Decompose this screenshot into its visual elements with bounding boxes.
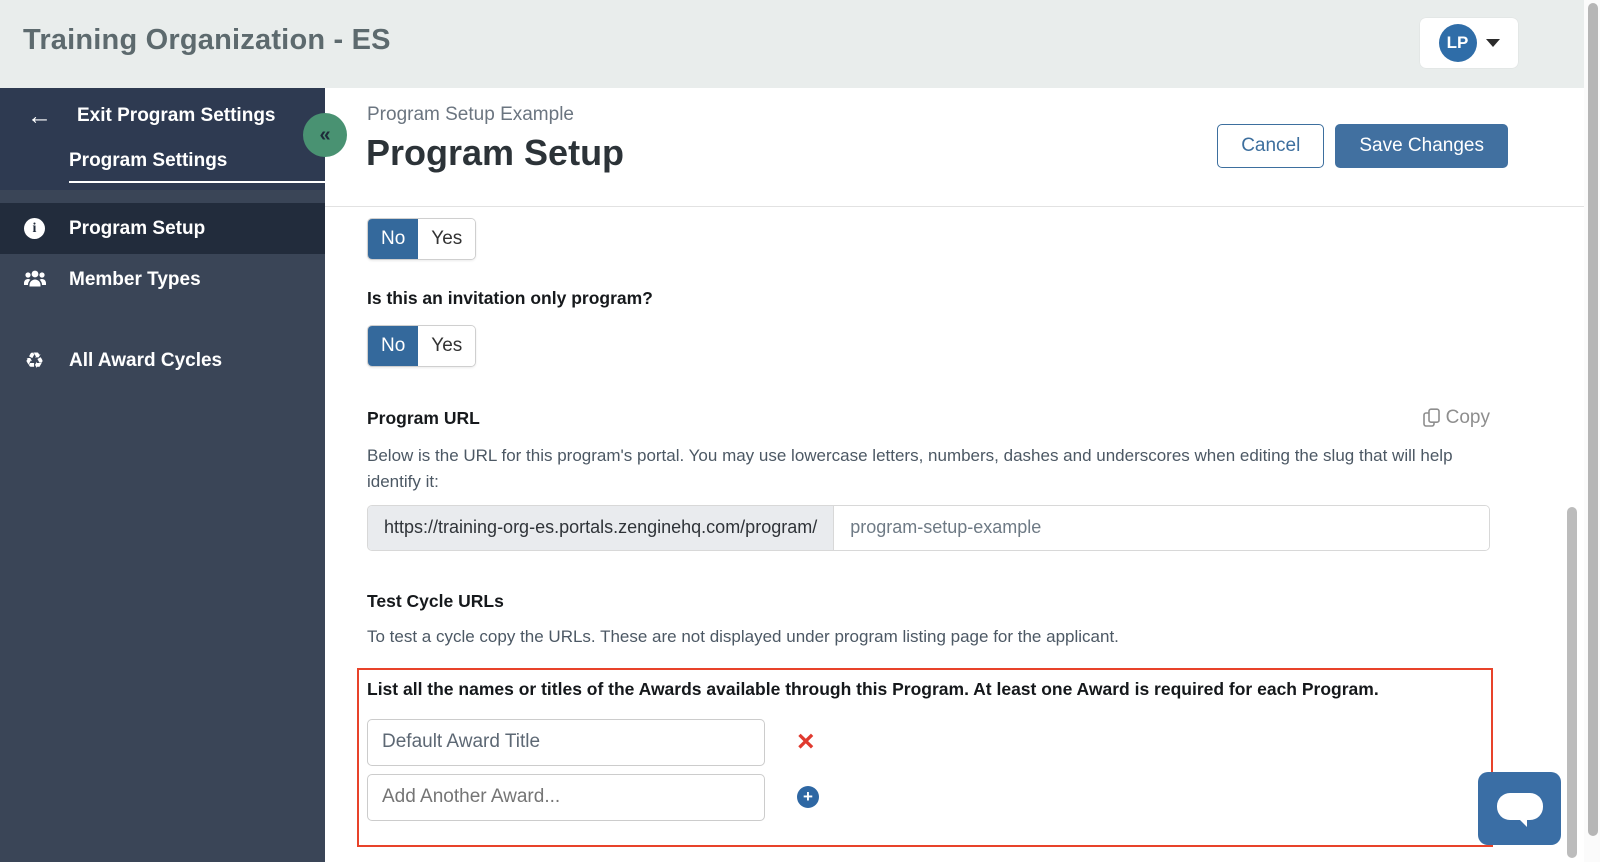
sidebar-item-program-setup[interactable]: i Program Setup [0,203,325,254]
sidebar-collapse-button[interactable]: « [303,113,347,157]
awards-instruction: List all the names or titles of the Awar… [367,678,1379,699]
chat-bubble-tail [1518,818,1527,827]
content-scrollbar[interactable] [1567,507,1577,858]
toggle-top: No Yes [367,218,477,260]
cycles-icon: ♻ [24,347,45,373]
test-cycle-urls-label: Test Cycle URLs [367,590,504,611]
program-url-row: Program URL Copy [367,407,1490,429]
chevron-down-icon [1485,39,1500,47]
remove-award-icon[interactable]: × [797,727,815,757]
app-header: Training Organization - ES LP [0,0,1600,88]
toggle-invitation: No Yes [367,325,477,367]
add-award-icon[interactable]: + [797,786,819,809]
exit-program-settings-button[interactable]: ← Exit Program Settings [0,88,325,130]
program-url-field: https://training-org-es.portals.zengineh… [367,504,1490,551]
add-award-row: + [367,773,1491,821]
user-menu-button[interactable]: LP [1420,18,1518,68]
toggle-top-yes[interactable]: Yes [418,219,476,259]
exit-program-settings-label: Exit Program Settings [77,105,276,126]
back-arrow-icon: ← [27,102,52,130]
copy-label: Copy [1445,407,1490,428]
info-icon: i [0,218,69,239]
sidebar-item-member-types[interactable]: Member Types [0,254,325,305]
breadcrumb: Program Setup Example [367,104,574,125]
toggle-top-no[interactable]: No [368,219,419,259]
test-cycle-urls-description: To test a cycle copy the URLs. These are… [367,626,1119,646]
page-header: Program Setup Example Program Setup Canc… [325,88,1584,207]
save-changes-button[interactable]: Save Changes [1335,124,1508,168]
copy-url-button[interactable]: Copy [1422,407,1490,429]
url-slug-input[interactable] [834,505,1489,550]
toggle-invitation-yes[interactable]: Yes [418,326,476,366]
program-url-description: Below is the URL for this program's port… [367,446,1453,492]
main-panel: Program Setup Example Program Setup Canc… [325,88,1584,862]
app-title: Training Organization - ES [23,24,391,56]
sidebar-item-all-award-cycles[interactable]: ♻ All Award Cycles [0,335,325,386]
add-award-input[interactable] [367,773,765,821]
chat-bubble-icon [1497,793,1543,820]
sidebar-nav: i Program Setup Member Types ♻ All Award… [0,190,325,386]
program-url-label: Program URL [367,407,480,428]
sidebar-top-section: ← Exit Program Settings Program Settings [0,88,325,190]
page-title: Program Setup [366,132,625,173]
sidebar: ← Exit Program Settings Program Settings… [0,88,325,862]
form-content: No Yes Is this an invitation only progra… [325,207,1584,847]
awards-annotation-box: List all the names or titles of the Awar… [357,667,1493,847]
members-icon [0,270,69,289]
page-scrollbar[interactable] [1588,3,1598,836]
award-row: × [367,718,1491,766]
header-actions: Cancel Save Changes [1217,124,1508,168]
avatar[interactable]: LP [1438,24,1477,62]
page-scrollbar-track [1584,0,1600,862]
cancel-button[interactable]: Cancel [1217,124,1325,168]
url-prefix: https://training-org-es.portals.zengineh… [368,505,835,550]
invitation-question-label: Is this an invitation only program? [367,288,653,308]
sidebar-section-title: Program Settings [69,150,325,183]
chat-widget-button[interactable] [1478,772,1561,845]
copy-icon [1422,408,1440,427]
toggle-invitation-no[interactable]: No [368,326,419,366]
award-title-input[interactable] [367,718,765,766]
sidebar-divider-gap [0,305,325,335]
